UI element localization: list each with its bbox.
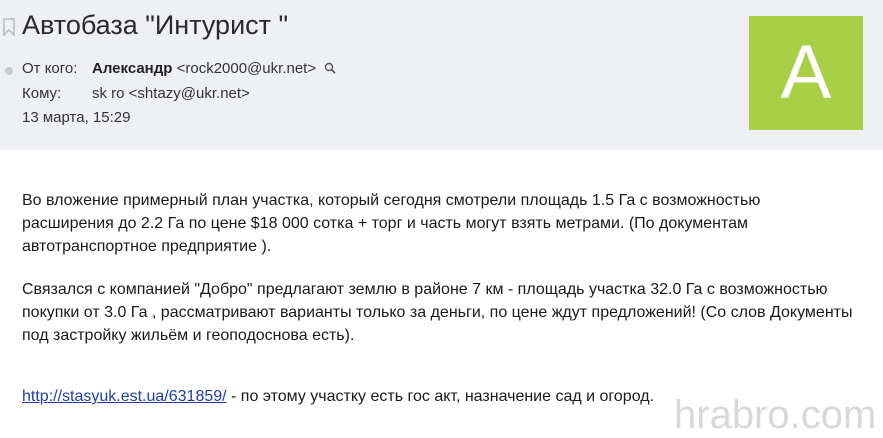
message-subject: Автобаза "Интурист " <box>22 10 289 40</box>
flag-icon[interactable] <box>3 18 15 36</box>
recipient[interactable]: sk ro <shtazy@ukr.net> <box>92 85 250 102</box>
from-label: От кого: <box>22 60 78 77</box>
watermark: hrabro.com <box>674 393 877 437</box>
body-line: расширения до 2.2 Га по цене $18 000 сот… <box>22 215 749 232</box>
message-header: Автобаза "Интурист " От кого: Александр <… <box>0 0 883 150</box>
to-row: Кому: sk ro <shtazy@ukr.net> <box>22 85 250 102</box>
search-icon[interactable] <box>324 62 336 74</box>
to-label: Кому: <box>22 85 62 102</box>
sender-email[interactable]: <rock2000@ukr.net> <box>177 60 316 77</box>
from-row: От кого: Александр <rock2000@ukr.net> <box>22 60 336 77</box>
body-paragraph-2: Связался с компанией "Добро" предлагают … <box>22 278 867 347</box>
body-line: автотранспортное предприятие ). <box>22 238 272 255</box>
body-line: Связался с компанией "Добро" предлагают … <box>22 281 828 298</box>
body-paragraph-1: Во вложение примерный план участка, кото… <box>22 189 867 258</box>
link-description: - по этому участку есть гос акт, назначе… <box>226 388 655 405</box>
message-date: 13 марта, 15:29 <box>22 109 131 126</box>
avatar: A <box>749 16 863 130</box>
body-line: Во вложение примерный план участка, кото… <box>22 192 761 209</box>
sender-name[interactable]: Александр <box>92 60 172 77</box>
unread-dot-icon[interactable] <box>5 67 13 75</box>
body-line: под застройку жильём и геоподоснова есть… <box>22 327 355 344</box>
listing-link[interactable]: http://stasyuk.est.ua/631859/ <box>22 388 227 405</box>
body-line: покупки от 3.0 Га , рассматривают вариан… <box>22 304 853 321</box>
